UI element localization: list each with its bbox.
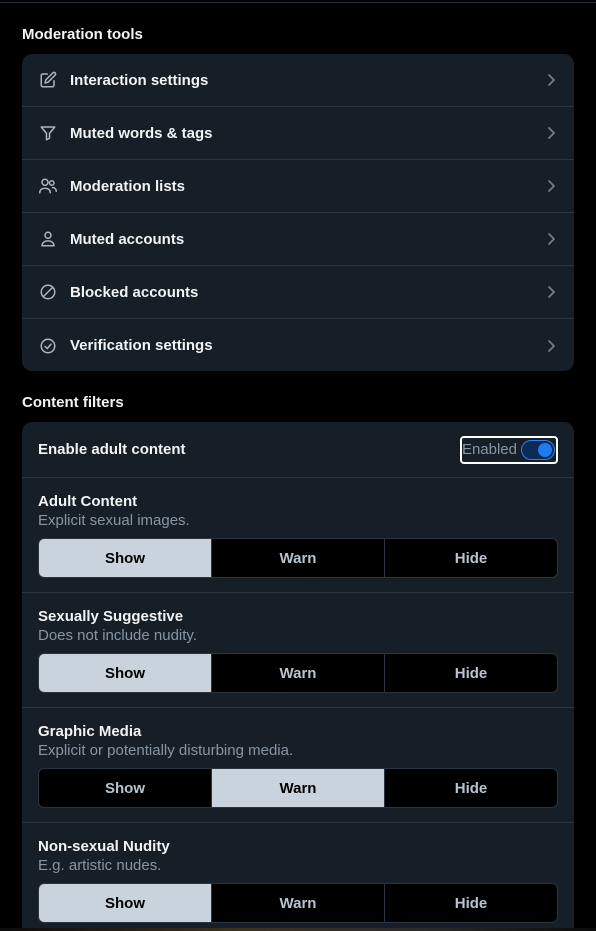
check-circle-icon (38, 336, 58, 356)
block-icon (38, 282, 58, 302)
moderation-tools-heading: Moderation tools (22, 26, 143, 43)
filter-title: Graphic Media (38, 723, 142, 740)
hide-option[interactable]: Hide (385, 769, 557, 807)
filter-non-sexual-nudity: Non-sexual Nudity E.g. artistic nudes. S… (22, 823, 574, 931)
menu-item-blocked-accounts[interactable]: Blocked accounts (22, 266, 574, 319)
content-filters-card: Enable adult content Enabled Adult Conte… (22, 422, 574, 931)
toggle-track (521, 439, 555, 460)
menu-item-muted-words[interactable]: Muted words & tags (22, 107, 574, 160)
adult-content-toggle-row: Enable adult content Enabled (22, 422, 574, 478)
filter-icon (38, 123, 58, 143)
user-icon (38, 229, 58, 249)
hide-option[interactable]: Hide (385, 654, 557, 692)
visibility-segmented-control: Show Warn Hide (38, 883, 558, 923)
moderation-tools-card: Interaction settings Muted words & tags (22, 54, 574, 371)
toggle-knob (538, 442, 552, 457)
show-option[interactable]: Show (39, 539, 212, 577)
warn-option[interactable]: Warn (212, 654, 385, 692)
show-option[interactable]: Show (39, 884, 212, 922)
menu-item-verification-settings[interactable]: Verification settings (22, 319, 574, 371)
adult-content-toggle-label: Enable adult content (38, 441, 186, 458)
users-icon (38, 176, 58, 196)
warn-option[interactable]: Warn (212, 884, 385, 922)
warn-option[interactable]: Warn (212, 769, 385, 807)
menu-item-muted-accounts[interactable]: Muted accounts (22, 213, 574, 266)
filter-description: Does not include nudity. (38, 627, 197, 644)
toggle-state-label: Enabled (461, 441, 517, 458)
moderation-settings-page: Moderation tools Interaction settings Mu… (0, 0, 596, 931)
filter-description: E.g. artistic nudes. (38, 857, 162, 874)
visibility-segmented-control: Show Warn Hide (38, 653, 558, 693)
filter-title: Sexually Suggestive (38, 608, 184, 625)
chevron-right-icon (544, 179, 558, 193)
filter-adult-content: Adult Content Explicit sexual images. Sh… (22, 478, 574, 593)
menu-item-label: Muted accounts (70, 230, 185, 248)
menu-item-label: Interaction settings (70, 71, 209, 89)
visibility-segmented-control: Show Warn Hide (38, 538, 558, 578)
hide-option[interactable]: Hide (385, 539, 557, 577)
filter-description: Explicit sexual images. (38, 512, 190, 529)
chevron-right-icon (544, 126, 558, 140)
visibility-segmented-control: Show Warn Hide (38, 768, 558, 808)
show-option[interactable]: Show (39, 654, 212, 692)
filter-title: Adult Content (38, 493, 138, 510)
menu-item-interaction-settings[interactable]: Interaction settings (22, 54, 574, 107)
filter-title: Non-sexual Nudity (38, 838, 170, 855)
edit-icon (38, 70, 58, 90)
chevron-right-icon (544, 339, 558, 353)
menu-item-label: Muted words & tags (70, 124, 213, 142)
chevron-right-icon (544, 73, 558, 87)
show-option[interactable]: Show (39, 769, 212, 807)
hide-option[interactable]: Hide (385, 884, 557, 922)
menu-item-label: Blocked accounts (70, 283, 199, 301)
filter-graphic-media: Graphic Media Explicit or potentially di… (22, 708, 574, 823)
menu-item-label: Verification settings (70, 337, 213, 354)
chevron-right-icon (544, 232, 558, 246)
adult-content-toggle[interactable]: Enabled (459, 435, 558, 464)
menu-item-label: Moderation lists (70, 177, 186, 195)
top-divider (0, 2, 596, 3)
chevron-right-icon (544, 285, 558, 299)
filter-sexually-suggestive: Sexually Suggestive Does not include nud… (22, 593, 574, 708)
warn-option[interactable]: Warn (212, 539, 385, 577)
content-filters-heading: Content filters (22, 394, 124, 411)
filter-description: Explicit or potentially disturbing media… (38, 742, 294, 759)
menu-item-moderation-lists[interactable]: Moderation lists (22, 160, 574, 213)
